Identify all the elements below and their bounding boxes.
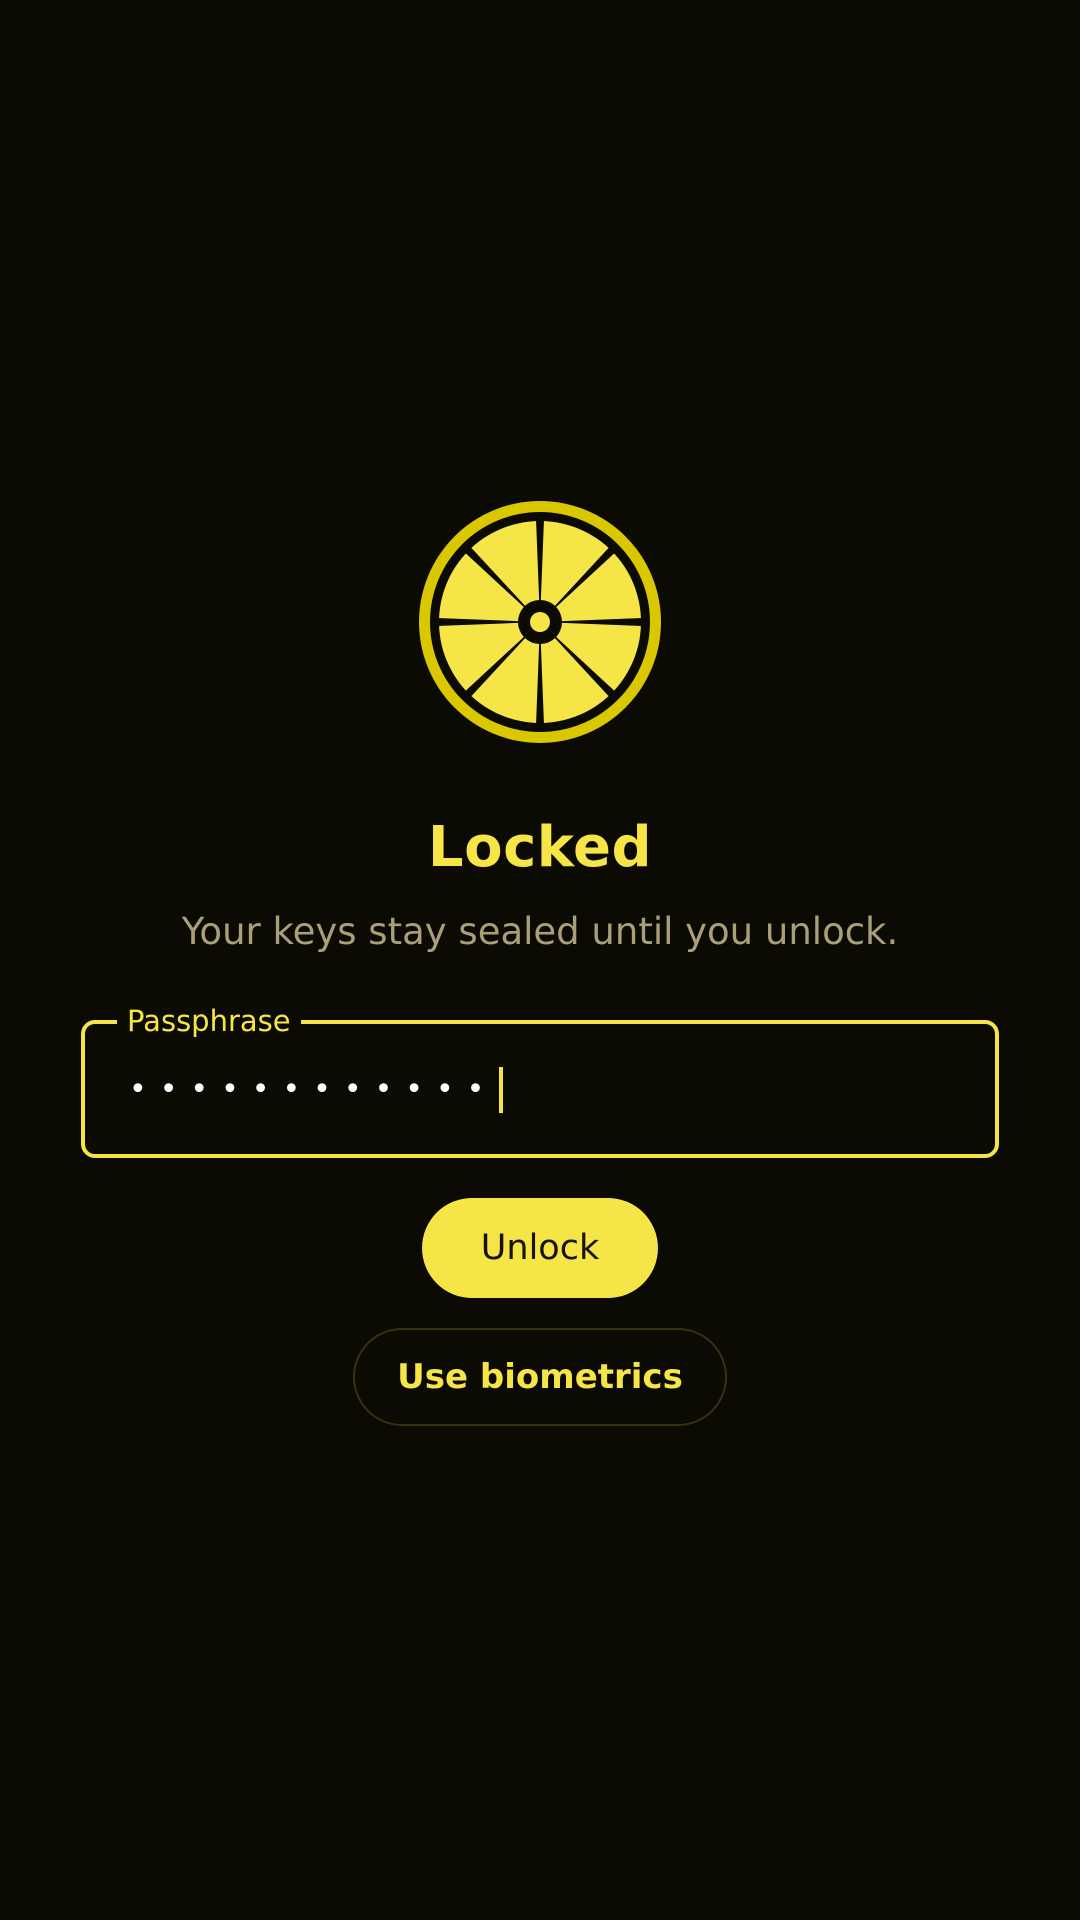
passphrase-masked-value: •••••••••••• xyxy=(129,1072,498,1107)
page-title: Locked xyxy=(427,815,653,880)
lemon-slice-icon xyxy=(419,501,661,743)
passphrase-label: Passphrase xyxy=(117,1001,301,1041)
lock-screen: Locked Your keys stay sealed until you u… xyxy=(0,0,1080,1920)
page-subtitle: Your keys stay sealed until you unlock. xyxy=(181,910,899,953)
lock-panel: Locked Your keys stay sealed until you u… xyxy=(0,500,1080,1426)
unlock-button[interactable]: Unlock xyxy=(422,1198,658,1298)
use-biometrics-button[interactable]: Use biometrics xyxy=(353,1328,727,1426)
passphrase-input[interactable]: •••••••••••• xyxy=(129,1066,504,1114)
text-caret xyxy=(499,1067,504,1113)
passphrase-field[interactable]: Passphrase •••••••••••• xyxy=(81,1001,999,1158)
